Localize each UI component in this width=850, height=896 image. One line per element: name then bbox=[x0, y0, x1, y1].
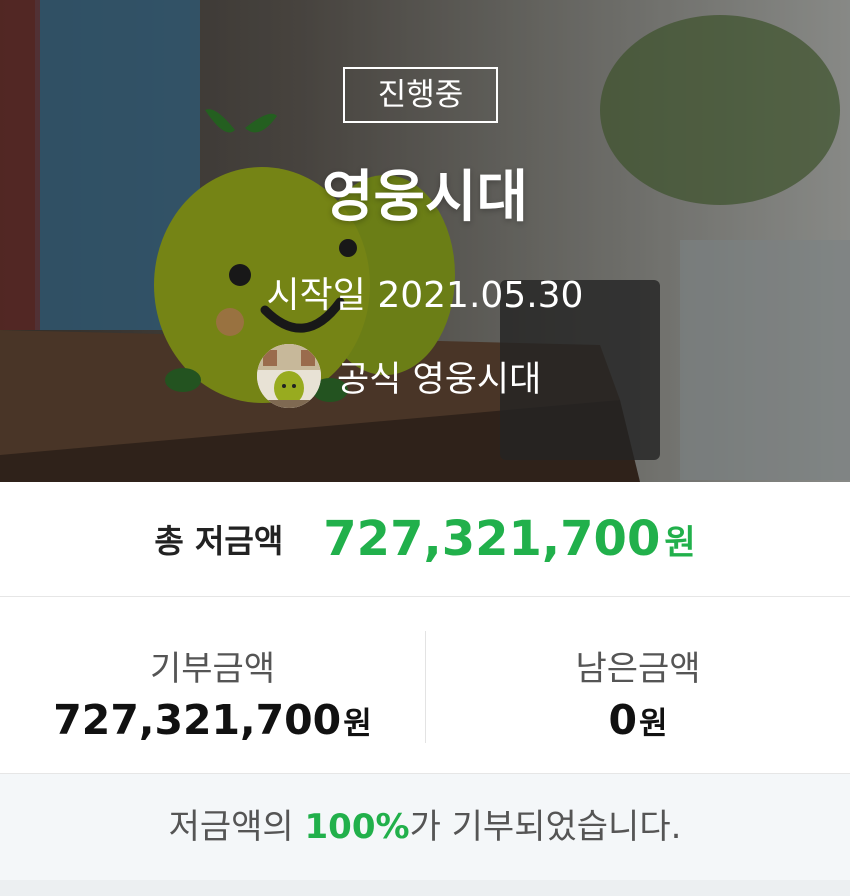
remaining-amount-label: 남은금액 bbox=[575, 649, 701, 689]
bottom-divider bbox=[0, 880, 850, 896]
donated-amount-label: 기부금액 bbox=[149, 649, 276, 689]
status-badge: 진행중 bbox=[343, 67, 498, 123]
total-savings-value: 727,321,700 bbox=[323, 511, 661, 567]
campaign-title: 영웅시대 bbox=[321, 165, 529, 230]
remaining-amount-value: 0 bbox=[608, 696, 637, 744]
donation-ratio-prefix: 저금액의 bbox=[168, 807, 305, 847]
organizer-avatar-icon[interactable] bbox=[257, 344, 321, 408]
start-date: 시작일 2021.05.30 bbox=[266, 275, 584, 316]
total-savings-label: 총 저금액 bbox=[154, 522, 284, 560]
remaining-amount-unit: 원 bbox=[639, 706, 668, 742]
donation-stats: 기부금액 727,321,700원 남은금액 0원 bbox=[0, 597, 850, 774]
donation-ratio-suffix: 가 기부되었습니다. bbox=[409, 807, 682, 847]
donated-amount-stat: 기부금액 727,321,700원 bbox=[0, 597, 425, 773]
donated-amount-value: 727,321,700 bbox=[53, 696, 342, 744]
remaining-amount-stat: 남은금액 0원 bbox=[426, 597, 850, 773]
organizer-link[interactable]: 공식 영웅시대 bbox=[257, 343, 541, 409]
organizer-name[interactable]: 공식 영웅시대 bbox=[337, 351, 541, 402]
total-savings-row: 총 저금액 727,321,700 원 bbox=[0, 482, 850, 597]
campaign-hero: 진행중 영웅시대 시작일 2021.05.30 공식 영웅시대 bbox=[0, 0, 850, 482]
donation-ratio-percent: 100% bbox=[304, 807, 410, 847]
donated-amount-unit: 원 bbox=[343, 706, 372, 742]
total-savings-unit: 원 bbox=[664, 522, 696, 563]
donation-ratio-message: 저금액의 100%가 기부되었습니다. bbox=[0, 774, 850, 880]
